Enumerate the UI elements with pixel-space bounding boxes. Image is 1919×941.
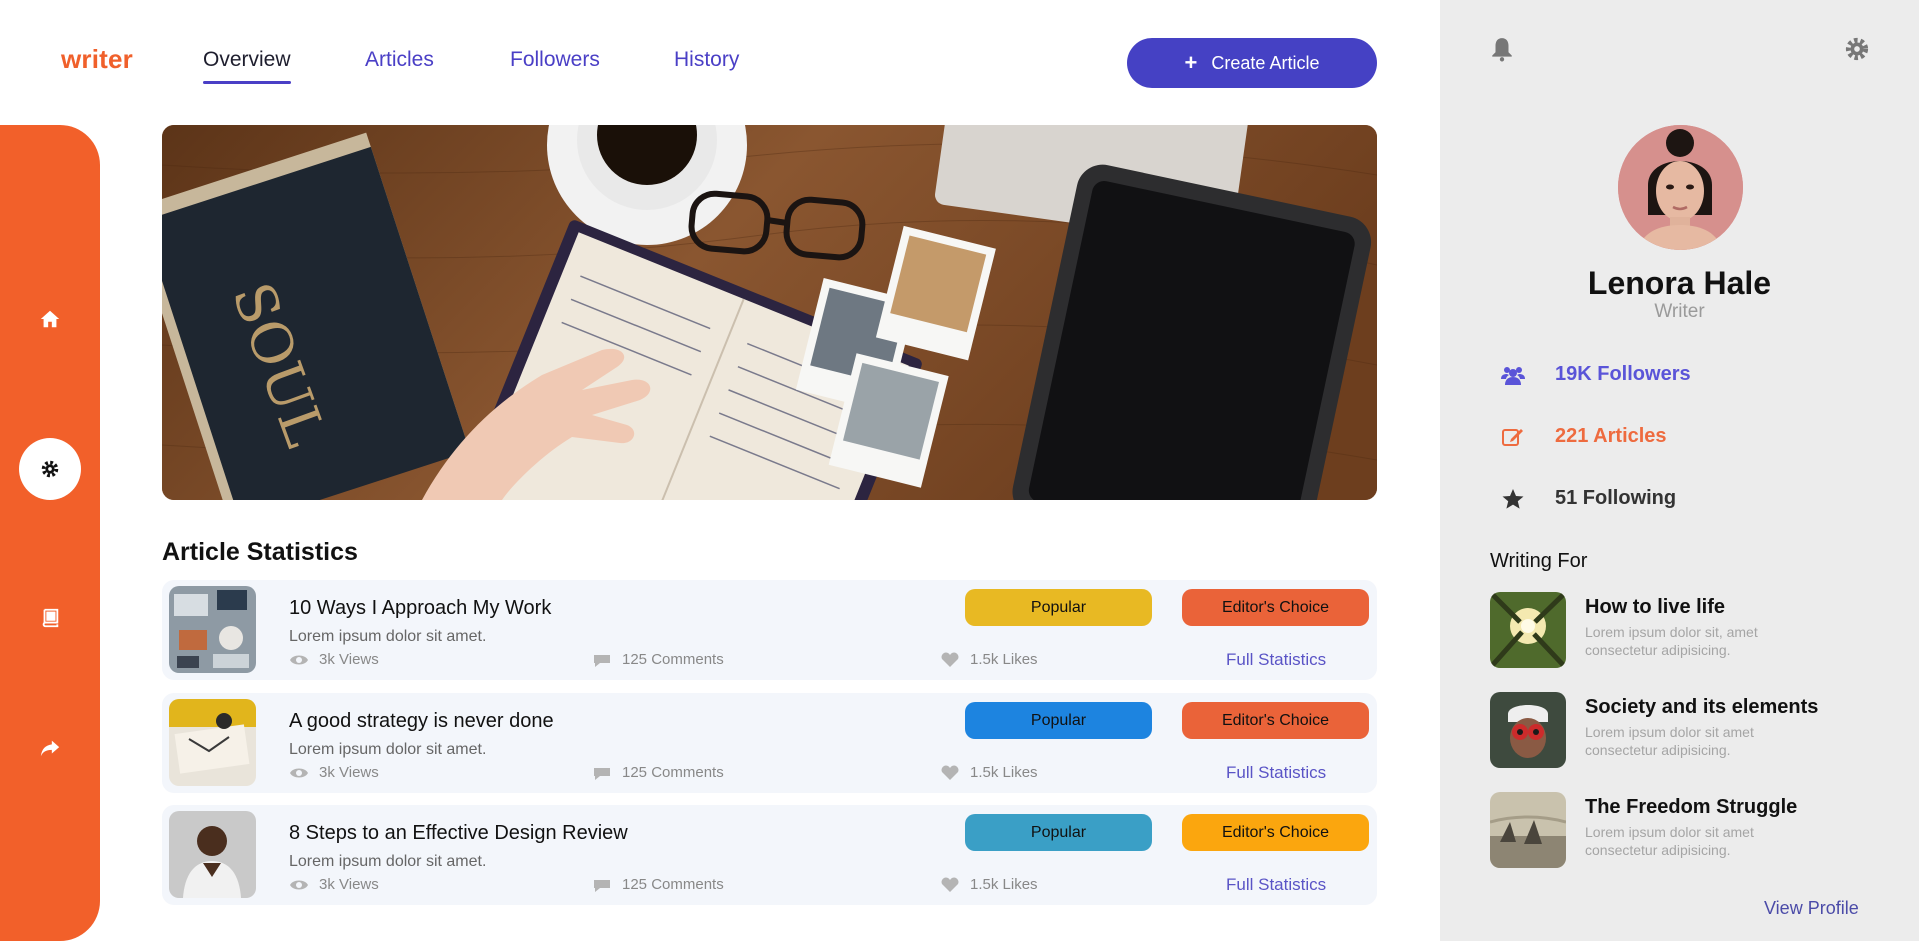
- profile-role: Writer: [1654, 301, 1705, 322]
- full-statistics-link[interactable]: Full Statistics: [1226, 650, 1326, 670]
- comments-meta: 125 Comments: [592, 651, 724, 668]
- article-row: 10 Ways I Approach My Work Lorem ipsum d…: [162, 580, 1377, 680]
- article-row: A good strategy is never done Lorem ipsu…: [162, 693, 1377, 793]
- popular-tag[interactable]: Popular: [965, 702, 1152, 739]
- likes-meta: 1.5k Likes: [940, 876, 1038, 893]
- likes-meta: 1.5k Likes: [940, 764, 1038, 781]
- eye-icon: [290, 880, 308, 889]
- views-count: 3k Views: [319, 651, 379, 668]
- following-stat[interactable]: 51 Following: [1501, 487, 1676, 510]
- comment-icon: [594, 879, 610, 892]
- full-statistics-link[interactable]: Full Statistics: [1226, 763, 1326, 783]
- views-count: 3k Views: [319, 876, 379, 893]
- create-article-button[interactable]: + Create Article: [1127, 38, 1377, 88]
- users-icon: [1501, 366, 1525, 385]
- app-root: writer Overview Articles Followers Histo…: [0, 0, 1919, 941]
- article-title[interactable]: A good strategy is never done: [289, 710, 554, 733]
- publication-item[interactable]: The Freedom Struggle Lorem ipsum dolor s…: [1490, 792, 1890, 868]
- hero-image: SOUL: [162, 125, 1377, 500]
- views-meta: 3k Views: [289, 651, 379, 668]
- publication-description: Lorem ipsum dolor sit amet consectetur a…: [1585, 724, 1754, 758]
- tab-overview[interactable]: Overview: [203, 48, 291, 84]
- brand-logo[interactable]: writer: [61, 44, 133, 75]
- comments-count: 125 Comments: [622, 876, 724, 893]
- bell-icon[interactable]: [1489, 36, 1515, 62]
- publication-image: [1490, 792, 1566, 868]
- comments-count: 125 Comments: [622, 764, 724, 781]
- publication-image: [1490, 692, 1566, 768]
- articles-count: 221 Articles: [1555, 425, 1667, 447]
- publication-title: Society and its elements: [1585, 696, 1819, 718]
- tab-followers[interactable]: Followers: [510, 48, 600, 72]
- gear-icon: [41, 460, 59, 478]
- rail-share-button[interactable]: [19, 717, 81, 779]
- edit-icon: [1502, 428, 1523, 446]
- likes-count: 1.5k Likes: [970, 764, 1038, 781]
- rail-settings-button[interactable]: [19, 438, 81, 500]
- editors-choice-tag[interactable]: Editor's Choice: [1182, 702, 1369, 739]
- publication-description: Lorem ipsum dolor sit, amet consectetur …: [1585, 624, 1758, 658]
- article-row: 8 Steps to an Effective Design Review Lo…: [162, 805, 1377, 905]
- articles-stat[interactable]: 221 Articles: [1501, 425, 1667, 448]
- profile-name: Lenora Hale: [1587, 265, 1772, 301]
- avatar[interactable]: [1618, 125, 1743, 250]
- comments-meta: 125 Comments: [592, 876, 724, 893]
- popular-tag[interactable]: Popular: [965, 814, 1152, 851]
- eye-icon: [290, 655, 308, 664]
- editors-choice-tag[interactable]: Editor's Choice: [1182, 814, 1369, 851]
- heart-icon: [941, 652, 959, 667]
- create-article-label: Create Article: [1211, 52, 1320, 73]
- article-thumbnail: [169, 699, 256, 786]
- article-statistics-title: Article Statistics: [162, 538, 358, 566]
- comments-count: 125 Comments: [622, 651, 724, 668]
- left-rail: [0, 125, 100, 941]
- rail-articles-button[interactable]: [19, 587, 81, 649]
- popular-tag[interactable]: Popular: [965, 589, 1152, 626]
- likes-count: 1.5k Likes: [970, 876, 1038, 893]
- comment-icon: [594, 654, 610, 667]
- heart-icon: [941, 765, 959, 780]
- publication-item[interactable]: How to live life Lorem ipsum dolor sit, …: [1490, 592, 1890, 668]
- plus-icon: +: [1184, 50, 1198, 75]
- profile-panel: Lenora Hale Writer 19K Followers 221 Art…: [1440, 0, 1919, 941]
- publication-image: [1490, 592, 1566, 668]
- editors-choice-tag[interactable]: Editor's Choice: [1182, 589, 1369, 626]
- article-subtitle: Lorem ipsum dolor sit amet.: [289, 741, 487, 758]
- book-icon: [42, 608, 59, 628]
- gear-icon[interactable]: [1844, 36, 1870, 62]
- article-thumbnail: [169, 811, 256, 898]
- star-icon: [1502, 488, 1524, 509]
- comment-icon: [594, 767, 610, 780]
- publication-title: The Freedom Struggle: [1585, 796, 1798, 818]
- publication-description: Lorem ipsum dolor sit amet consectetur a…: [1585, 824, 1754, 858]
- home-icon: [40, 310, 60, 328]
- comments-meta: 125 Comments: [592, 764, 724, 781]
- share-icon: [40, 740, 60, 757]
- article-title[interactable]: 8 Steps to an Effective Design Review: [289, 822, 628, 845]
- tab-articles[interactable]: Articles: [365, 48, 434, 72]
- eye-icon: [290, 768, 308, 777]
- rail-home-button[interactable]: [19, 288, 81, 350]
- full-statistics-link[interactable]: Full Statistics: [1226, 875, 1326, 895]
- followers-stat[interactable]: 19K Followers: [1501, 363, 1691, 386]
- likes-meta: 1.5k Likes: [940, 651, 1038, 668]
- heart-icon: [941, 877, 959, 892]
- main-area: writer Overview Articles Followers Histo…: [0, 0, 1440, 941]
- article-subtitle: Lorem ipsum dolor sit amet.: [289, 628, 487, 645]
- publication-title: How to live life: [1585, 596, 1726, 618]
- view-profile-link[interactable]: View Profile: [1764, 898, 1859, 919]
- views-count: 3k Views: [319, 764, 379, 781]
- following-count: 51 Following: [1555, 487, 1677, 509]
- followers-count: 19K Followers: [1555, 363, 1691, 385]
- views-meta: 3k Views: [289, 764, 379, 781]
- views-meta: 3k Views: [289, 876, 379, 893]
- article-title[interactable]: 10 Ways I Approach My Work: [289, 597, 551, 620]
- article-thumbnail: [169, 586, 256, 673]
- writing-for-heading: Writing For: [1490, 550, 1588, 572]
- tab-history[interactable]: History: [674, 48, 739, 72]
- likes-count: 1.5k Likes: [970, 651, 1038, 668]
- article-subtitle: Lorem ipsum dolor sit amet.: [289, 853, 487, 870]
- publication-item[interactable]: Society and its elements Lorem ipsum dol…: [1490, 692, 1890, 768]
